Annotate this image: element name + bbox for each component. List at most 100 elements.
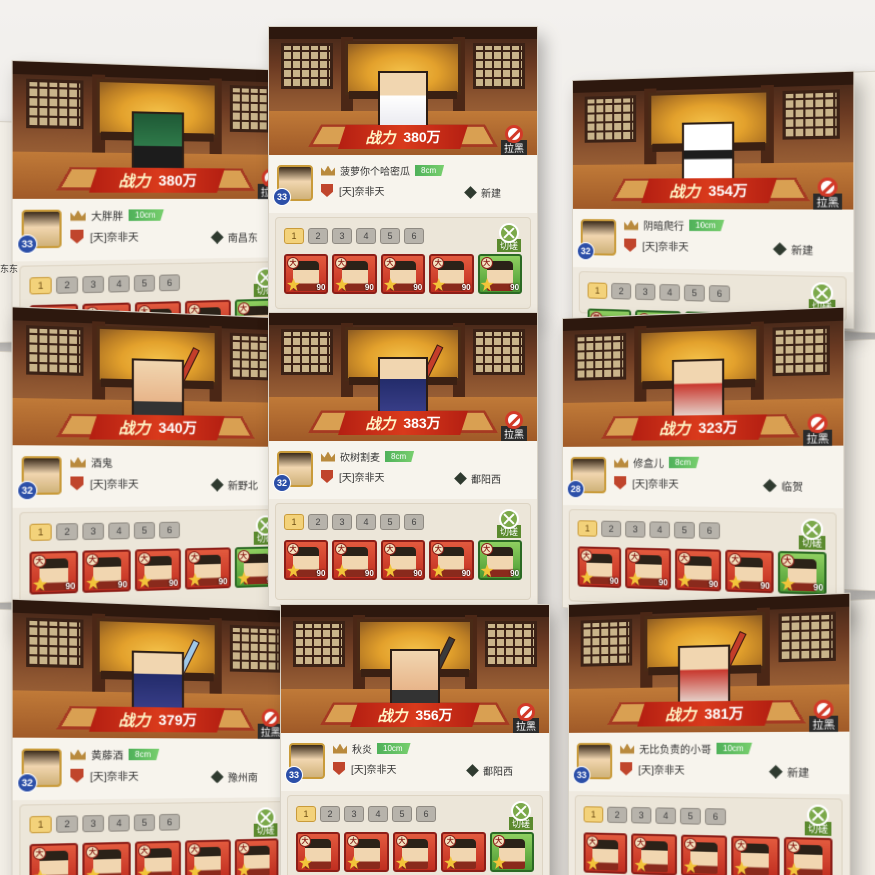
hero-slot[interactable]: 大90 bbox=[332, 540, 377, 580]
lineup-tab[interactable]: 6 bbox=[404, 228, 424, 244]
lineup-tab[interactable]: 6 bbox=[704, 808, 726, 826]
player-card[interactable]: 战力 381万 拉黑 33 无比负责的小哥 10cm [天]奈非天 新建 1 2… bbox=[568, 592, 851, 875]
hero-slot[interactable]: 大 bbox=[82, 841, 131, 875]
hero-slot[interactable]: 大90 bbox=[429, 254, 474, 294]
lineup-tab[interactable]: 1 bbox=[587, 282, 608, 299]
lineup-tab[interactable]: 4 bbox=[659, 283, 680, 301]
hero-slot[interactable]: 大90 bbox=[625, 547, 671, 590]
lineup-tab[interactable]: 4 bbox=[368, 806, 388, 822]
spar-button[interactable]: 切磋 bbox=[494, 508, 524, 538]
player-card[interactable]: 战力 340万 32 酒鬼 [天]奈非天 新野北 1 2 3 4 5 6 切磋 … bbox=[11, 306, 295, 630]
lineup-tab[interactable]: 4 bbox=[108, 522, 130, 540]
lineup-tab[interactable]: 6 bbox=[708, 285, 730, 303]
lineup-tab[interactable]: 2 bbox=[308, 228, 328, 244]
hero-slot[interactable]: 大90 bbox=[284, 540, 329, 580]
lineup-tab[interactable]: 1 bbox=[284, 228, 304, 244]
player-card[interactable]: 战力 380万 拉黑 33 菠萝你个哈密瓜 8cm [天]奈非天 新建 1 2 … bbox=[268, 26, 538, 316]
lineup-tab[interactable]: 5 bbox=[684, 284, 705, 302]
lineup-tab[interactable]: 6 bbox=[416, 806, 436, 822]
hero-slot[interactable]: 大90 bbox=[725, 549, 774, 594]
player-avatar[interactable]: 33 bbox=[285, 743, 325, 784]
lineup-tab[interactable]: 5 bbox=[392, 806, 412, 822]
lineup-tab[interactable]: 2 bbox=[607, 806, 628, 824]
lineup-tab[interactable]: 6 bbox=[159, 274, 180, 292]
hero-slot[interactable]: 大 bbox=[441, 832, 486, 872]
hero-slot[interactable]: 大 bbox=[489, 832, 535, 872]
lineup-tab[interactable]: 3 bbox=[635, 283, 656, 301]
block-button[interactable]: 拉黑 bbox=[497, 411, 531, 441]
player-card[interactable]: 战力 380万 拉黑 33 大胖胖 10cm [天]奈非天 bbox=[11, 59, 295, 339]
lineup-tab[interactable]: 1 bbox=[29, 815, 52, 834]
hero-slot[interactable]: 大90 bbox=[777, 550, 827, 596]
hero-slot[interactable]: 大 bbox=[234, 838, 279, 875]
lineup-tab[interactable]: 6 bbox=[404, 514, 424, 530]
lineup-tab[interactable]: 1 bbox=[577, 520, 598, 537]
hero-slot[interactable]: 大 bbox=[583, 832, 628, 875]
lineup-tab[interactable]: 6 bbox=[159, 521, 180, 539]
player-avatar[interactable]: 32 bbox=[273, 451, 313, 492]
lineup-tab[interactable]: 2 bbox=[56, 523, 79, 541]
lineup-tab[interactable]: 1 bbox=[29, 276, 52, 295]
lineup-tab[interactable]: 1 bbox=[296, 806, 316, 822]
hero-slot[interactable]: 大90 bbox=[185, 547, 231, 590]
hero-slot[interactable]: 大 bbox=[392, 832, 438, 872]
player-card[interactable]: 战力 383万 拉黑 32 砍树割麦 8cm [天]奈非天 鄱阳西 1 2 3 … bbox=[268, 312, 538, 607]
lineup-tab[interactable]: 2 bbox=[601, 520, 622, 538]
lineup-tab[interactable]: 2 bbox=[308, 514, 328, 530]
player-card[interactable]: 战力 356万 拉黑 33 秋炎 10cm [天]奈非天 鄱阳西 1 2 3 4… bbox=[280, 604, 550, 875]
lineup-tab[interactable]: 2 bbox=[320, 806, 340, 822]
hero-slot[interactable]: 大90 bbox=[674, 548, 722, 592]
spar-button[interactable]: 切磋 bbox=[251, 806, 281, 837]
lineup-tab[interactable]: 2 bbox=[56, 276, 79, 294]
hero-slot[interactable]: 大 bbox=[296, 832, 341, 872]
lineup-tab[interactable]: 3 bbox=[625, 520, 646, 538]
player-avatar[interactable]: 33 bbox=[572, 742, 613, 785]
block-button[interactable]: 拉黑 bbox=[805, 699, 843, 732]
player-card[interactable]: 战力 323万 拉黑 28 修盒儿 8cm [天]奈非天 临贺 1 2 3 4 … bbox=[562, 306, 845, 620]
lineup-tab[interactable]: 2 bbox=[56, 815, 79, 833]
hero-slot[interactable]: 大 bbox=[680, 834, 728, 875]
hero-slot[interactable]: 大90 bbox=[29, 550, 79, 595]
lineup-tab[interactable]: 6 bbox=[159, 813, 180, 831]
hero-slot[interactable]: 大90 bbox=[577, 546, 622, 589]
player-avatar[interactable]: 32 bbox=[17, 456, 62, 501]
lineup-tab[interactable]: 5 bbox=[133, 522, 155, 540]
player-avatar[interactable]: 32 bbox=[17, 748, 62, 793]
spar-button[interactable]: 切磋 bbox=[801, 803, 834, 836]
lineup-tab[interactable]: 4 bbox=[108, 275, 130, 293]
hero-slot[interactable]: 大90 bbox=[332, 254, 377, 294]
hero-slot[interactable]: 大90 bbox=[82, 549, 131, 593]
lineup-tab[interactable]: 2 bbox=[611, 282, 632, 300]
lineup-tab[interactable]: 1 bbox=[583, 806, 604, 823]
lineup-tab[interactable]: 3 bbox=[82, 814, 105, 833]
lineup-tab[interactable]: 3 bbox=[332, 514, 352, 530]
hero-slot[interactable]: 大 bbox=[731, 835, 780, 875]
lineup-tab[interactable]: 6 bbox=[698, 522, 720, 540]
lineup-tab[interactable]: 3 bbox=[82, 275, 105, 294]
hero-slot[interactable]: 大 bbox=[29, 842, 79, 875]
hero-slot[interactable]: 大90 bbox=[477, 540, 523, 580]
lineup-tab[interactable]: 4 bbox=[356, 228, 376, 244]
lineup-tab[interactable]: 3 bbox=[344, 806, 364, 822]
spar-button[interactable]: 切磋 bbox=[494, 222, 524, 252]
lineup-tab[interactable]: 5 bbox=[380, 228, 400, 244]
lineup-tab[interactable]: 1 bbox=[29, 523, 52, 541]
hero-slot[interactable]: 大 bbox=[185, 839, 231, 875]
lineup-tab[interactable]: 1 bbox=[284, 514, 304, 530]
lineup-tab[interactable]: 5 bbox=[133, 814, 155, 832]
lineup-tab[interactable]: 4 bbox=[655, 807, 676, 825]
spar-button[interactable]: 切磋 bbox=[506, 800, 536, 830]
player-card[interactable]: 战力 354万 拉黑 32 阴暗爬行 10cm [天]奈非天 新建 1 2 3 … bbox=[572, 70, 855, 330]
hero-slot[interactable]: 大 bbox=[783, 836, 833, 875]
lineup-tab[interactable]: 5 bbox=[380, 514, 400, 530]
lineup-tab[interactable]: 3 bbox=[332, 228, 352, 244]
player-avatar[interactable]: 32 bbox=[576, 219, 617, 261]
lineup-tab[interactable]: 3 bbox=[631, 806, 652, 824]
lineup-tab[interactable]: 4 bbox=[356, 514, 376, 530]
lineup-tab[interactable]: 5 bbox=[133, 274, 155, 292]
lineup-tab[interactable]: 5 bbox=[680, 807, 701, 825]
block-button[interactable]: 拉黑 bbox=[509, 703, 543, 733]
hero-slot[interactable]: 大 bbox=[631, 833, 677, 875]
lineup-tab[interactable]: 5 bbox=[674, 521, 695, 539]
block-button[interactable]: 拉黑 bbox=[809, 177, 847, 210]
